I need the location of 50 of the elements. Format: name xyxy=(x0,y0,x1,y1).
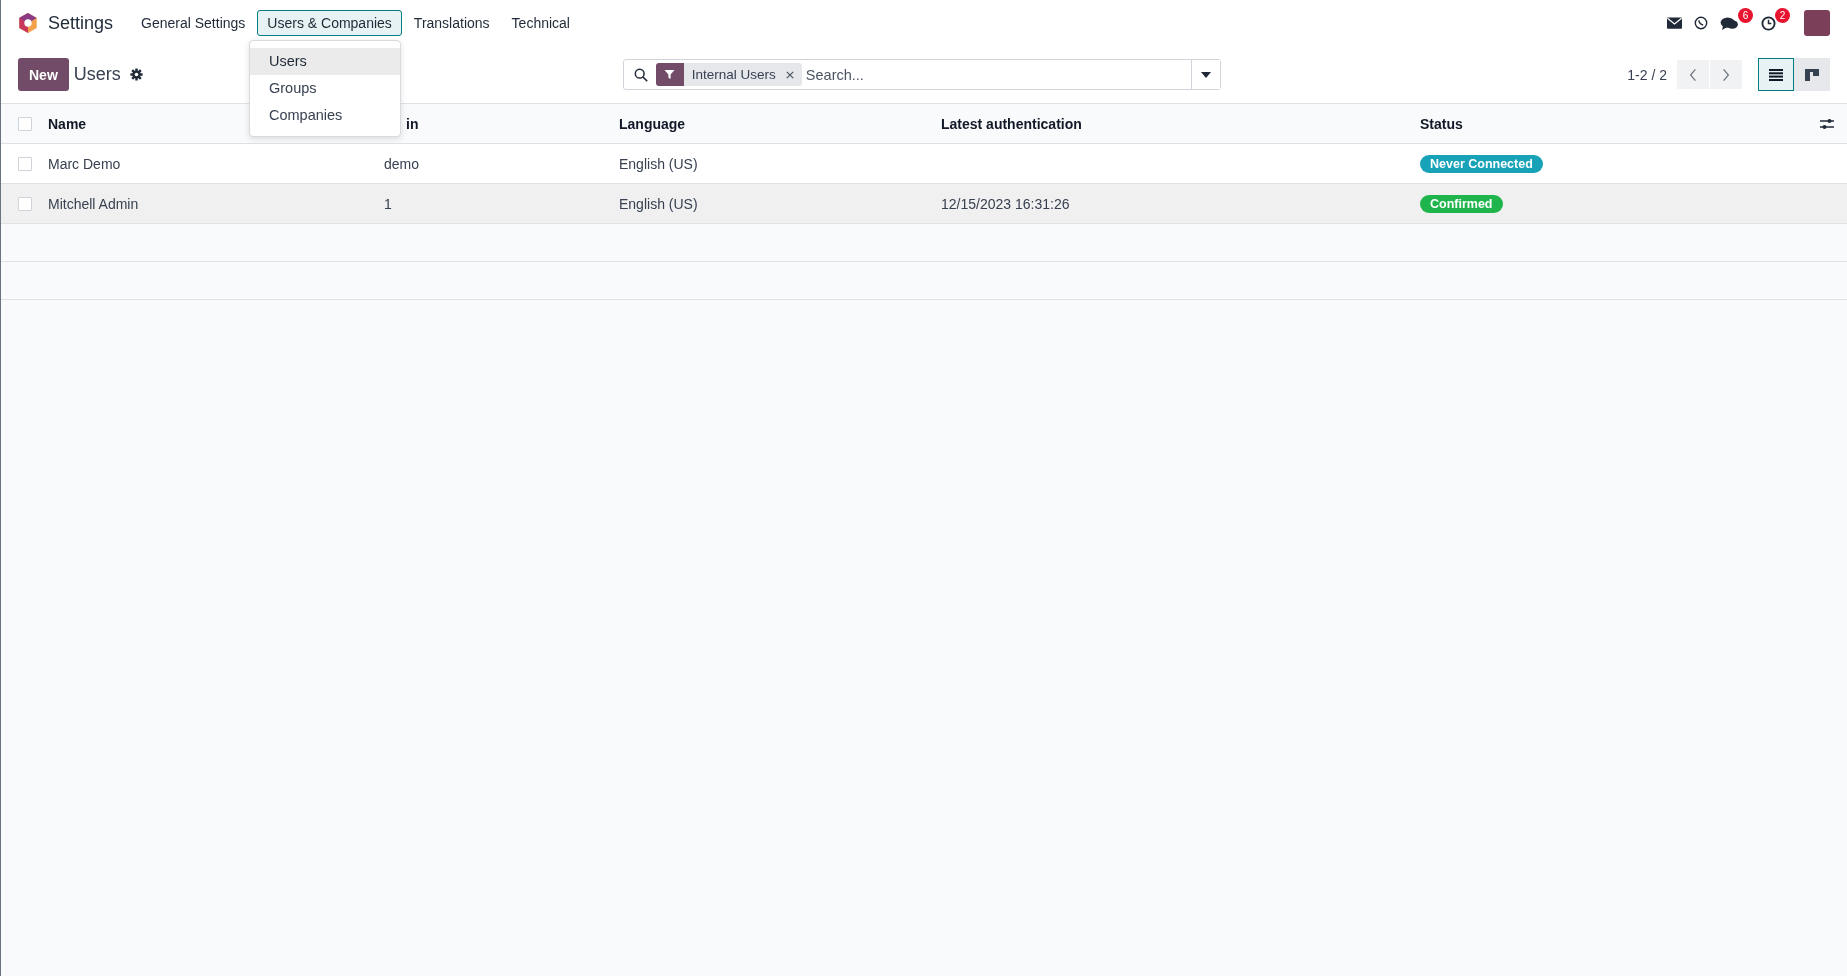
settings-icon[interactable] xyxy=(129,68,143,81)
search-icon[interactable] xyxy=(633,67,648,82)
table-cell: Mitchell Admin xyxy=(48,195,139,212)
menu-item[interactable]: Users & Companies xyxy=(257,10,402,36)
pager-value[interactable]: 1-2 / 2 xyxy=(1627,66,1667,83)
whatsapp-icon[interactable] xyxy=(1694,16,1708,30)
dropdown-item[interactable]: Groups xyxy=(250,75,400,102)
search-field[interactable]: Internal Users Search... xyxy=(622,59,1221,90)
message-count-badge: 6 xyxy=(1738,7,1753,23)
chevron-left-icon xyxy=(1689,67,1697,82)
table-cell: 1 xyxy=(384,195,392,212)
chevron-right-icon xyxy=(1722,67,1730,82)
app-title[interactable]: Settings xyxy=(48,12,114,34)
column-settings-icon[interactable] xyxy=(1820,117,1834,130)
column-header[interactable]: Language xyxy=(619,115,941,132)
search-options-toggle[interactable] xyxy=(1190,60,1220,89)
envelope-icon[interactable] xyxy=(1667,17,1682,29)
dropdown-item[interactable]: Users xyxy=(250,48,400,75)
new-button[interactable]: New xyxy=(18,58,69,91)
table-cell: English (US) xyxy=(619,195,698,212)
kanban-view-button[interactable] xyxy=(1794,58,1830,91)
menu-item[interactable]: General Settings xyxy=(131,10,256,36)
chat-bubbles-icon[interactable] xyxy=(1720,15,1739,31)
select-all-checkbox[interactable] xyxy=(17,116,32,131)
list-icon xyxy=(1769,68,1783,81)
caret-down-icon xyxy=(1200,71,1211,78)
breadcrumb-title: Users xyxy=(73,64,121,85)
status-badge: Never Connected xyxy=(1420,154,1543,173)
menu-item[interactable]: Translations xyxy=(403,10,500,36)
close-icon[interactable] xyxy=(785,70,794,79)
column-header[interactable]: Status xyxy=(1420,115,1807,132)
list-view-button[interactable] xyxy=(1758,58,1794,91)
row-checkbox[interactable] xyxy=(17,156,32,171)
table-row[interactable]: Mitchell Admin 1 English (US) 12/15/2023 16:31:26 Confirmed xyxy=(1,184,1847,224)
dropdown-item[interactable]: Companies xyxy=(250,102,400,129)
app-logo-icon[interactable] xyxy=(17,12,39,34)
clock-icon[interactable] xyxy=(1761,15,1776,31)
table-cell: demo xyxy=(384,155,420,172)
filter-facet: Internal Users xyxy=(690,67,777,82)
table-cell: 12/15/2023 16:31:26 xyxy=(941,195,1070,212)
kanban-icon xyxy=(1805,68,1819,81)
status-badge: Confirmed xyxy=(1420,194,1503,213)
column-header[interactable]: Latest authentication xyxy=(941,115,1420,132)
row-checkbox[interactable] xyxy=(17,196,32,211)
table-cell: Marc Demo xyxy=(48,155,121,172)
search-input[interactable]: Search... xyxy=(801,65,1191,84)
menu-item[interactable]: Technical xyxy=(501,10,580,36)
filter-icon xyxy=(655,63,684,86)
activity-count-badge: 2 xyxy=(1775,7,1790,23)
table-cell: English (US) xyxy=(619,155,698,172)
